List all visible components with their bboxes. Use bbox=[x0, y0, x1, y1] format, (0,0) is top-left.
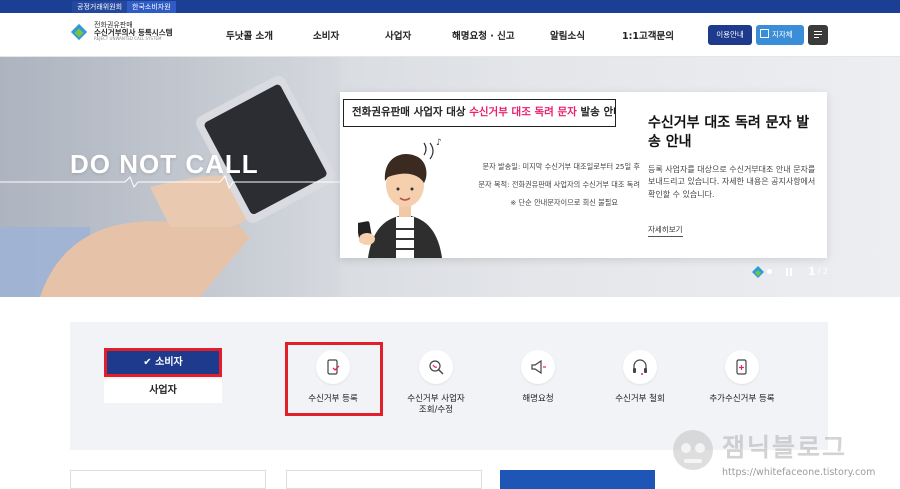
card-title: 수신거부 대조 독려 문자 발송 안내 bbox=[648, 115, 810, 150]
slide-total: / 2 bbox=[817, 267, 828, 276]
bottom-card-1[interactable] bbox=[70, 470, 266, 489]
hamburger-menu-button[interactable] bbox=[808, 25, 828, 45]
util-link-kca[interactable]: 한국소비자원 bbox=[127, 1, 176, 13]
megaphone-icon bbox=[521, 350, 555, 384]
nav-item-consumer[interactable]: 소비자 bbox=[313, 28, 339, 42]
quick-item-label: 수신거부 사업자 조회/수정 bbox=[407, 394, 465, 416]
phone-add-icon bbox=[725, 350, 759, 384]
logo-mark-icon bbox=[70, 23, 88, 40]
notice-title-box: 전화권유판매 사업자 대상 수신거부 대조 독려 문자 발송 안내 bbox=[343, 99, 616, 127]
quick-item-withdraw[interactable]: 수신거부 철회 bbox=[590, 350, 690, 405]
notice-lines: 문자 발송일: 미지막 수신거부 대조일로부터 25일 후 문자 목적: 전화권… bbox=[440, 158, 640, 212]
svg-text:♪: ♪ bbox=[436, 138, 442, 148]
watermark-face-icon bbox=[673, 430, 713, 470]
quick-item-explain[interactable]: 해명요청 bbox=[488, 350, 588, 405]
slide-dot[interactable] bbox=[767, 269, 772, 274]
quick-item-label: 추가수신거부 등록 bbox=[709, 394, 775, 404]
search-phone-icon bbox=[419, 350, 453, 384]
external-link-icon bbox=[760, 29, 769, 38]
tab-consumer[interactable]: ✔ 소비자 bbox=[104, 348, 222, 377]
notice-title-prefix: 전화권유판매 사업자 대상 bbox=[352, 106, 470, 118]
hamburger-line bbox=[814, 31, 822, 32]
slide-current: 1 bbox=[808, 265, 816, 278]
quick-item-add[interactable]: 추가수신거부 등록 bbox=[692, 350, 792, 405]
nav-item-business[interactable]: 사업자 bbox=[385, 28, 411, 42]
site-logo[interactable]: 전화권유판매 수신거부의사 등록시스템 REJECT UNWANTED CALL… bbox=[70, 21, 173, 42]
watermark-url: https://whitefaceone.tistory.com bbox=[722, 467, 876, 478]
pause-icon[interactable] bbox=[786, 267, 792, 276]
quick-item-label: 수신거부 철회 bbox=[615, 394, 665, 404]
slide-indicator-icon[interactable] bbox=[752, 265, 764, 278]
local-gov-label: 지자체 bbox=[772, 30, 793, 39]
slider-controls: 1 / 2 bbox=[752, 265, 828, 278]
logo-line3: REJECT UNWANTED CALL SYSTEM bbox=[94, 36, 162, 42]
nav-item-intro[interactable]: 두낫콜 소개 bbox=[226, 28, 273, 42]
nav-item-inquiry[interactable]: 1:1고객문의 bbox=[622, 28, 674, 42]
hamburger-line bbox=[814, 34, 822, 35]
headset-icon bbox=[623, 350, 657, 384]
card-body: 등록 사업자를 대상으로 수신거부대조 안내 문자를 보내드리고 있습니다. 자… bbox=[648, 165, 816, 199]
notice-line-1: 문자 발송일: 미지막 수신거부 대조일로부터 25일 후 bbox=[482, 162, 640, 171]
quick-item-label: 해명요청 bbox=[522, 394, 554, 404]
see-more-link[interactable]: 자세히보기 bbox=[648, 224, 683, 237]
man-with-phone-illustration: ♪ bbox=[358, 138, 442, 258]
hero-banner: DO NOT CALL 전화권유판매 사업자 대상 수신거부 대조 독려 문자 … bbox=[0, 57, 900, 297]
notice-title-highlight: 수신거부 대조 독려 문자 bbox=[469, 106, 577, 118]
site-header: 전화권유판매 수신거부의사 등록시스템 REJECT UNWANTED CALL… bbox=[0, 13, 900, 57]
hamburger-line bbox=[814, 37, 819, 38]
bottom-card-2[interactable] bbox=[286, 470, 482, 489]
check-icon: ✔ bbox=[143, 357, 156, 368]
notice-title-suffix: 발송 안내 bbox=[580, 106, 615, 118]
heartbeat-line-icon bbox=[0, 175, 340, 189]
blog-watermark: 잼닉블로그 https://whitefaceone.tistory.com bbox=[668, 420, 900, 489]
watermark-text: 잼닉블로그 bbox=[722, 433, 848, 462]
notice-line-2: 문자 목적: 전화권유판매 사업자의 수신거부 대조 독려 bbox=[478, 180, 640, 189]
quick-item-lookup[interactable]: 수신거부 사업자 조회/수정 bbox=[386, 350, 486, 417]
utility-bar: 공정거래위원회 한국소비자원 bbox=[0, 0, 900, 13]
util-link-ftc[interactable]: 공정거래위원회 bbox=[72, 1, 128, 13]
tab-business[interactable]: 사업자 bbox=[104, 379, 222, 403]
nav-item-news[interactable]: 알림소식 bbox=[550, 28, 585, 42]
nav-item-report[interactable]: 해명요청 · 신고 bbox=[452, 28, 515, 42]
bottom-card-3[interactable] bbox=[500, 470, 655, 489]
usage-guide-button[interactable]: 이용안내 bbox=[708, 25, 752, 45]
notice-line-3: ※ 단순 안내문자이므로 회신 불필요 bbox=[510, 198, 618, 207]
notice-card[interactable]: 전화권유판매 사업자 대상 수신거부 대조 독려 문자 발송 안내 ♪ 문자 발… bbox=[340, 92, 827, 258]
tab-consumer-label: 소비자 bbox=[155, 357, 183, 368]
highlight-annotation bbox=[285, 342, 383, 416]
local-gov-button[interactable]: 지자체 bbox=[756, 25, 804, 45]
